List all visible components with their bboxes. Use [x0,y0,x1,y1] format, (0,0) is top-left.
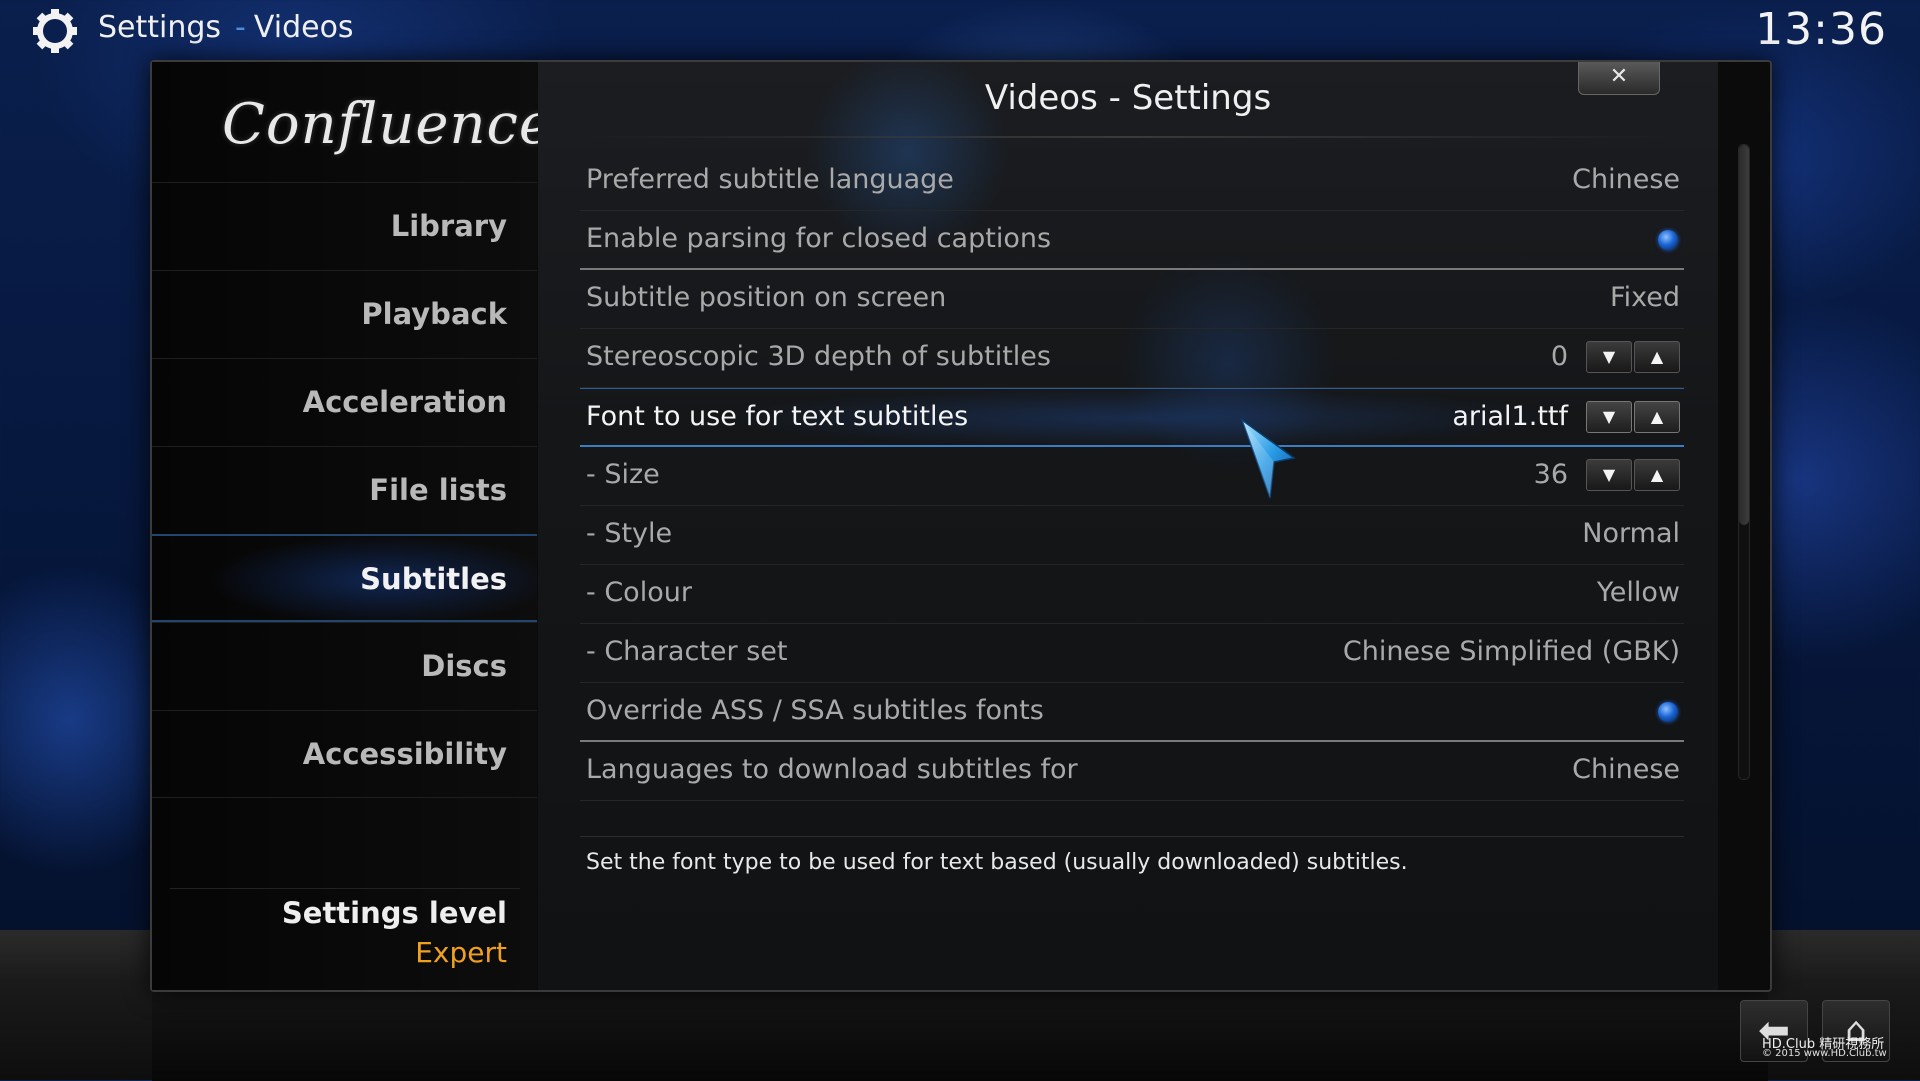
setting-subtitle-font[interactable]: Font to use for text subtitles arial1.tt… [580,388,1684,447]
setting-subtitle-position[interactable]: Subtitle position on screen Fixed [580,270,1684,329]
settings-content: Videos - Settings ✕ Preferred subtitle l… [538,62,1750,990]
setting-value: Fixed [1610,282,1680,313]
scrollbar[interactable] [1738,144,1750,780]
sidebar-item-playback[interactable]: Playback [152,270,537,358]
setting-value: Yellow [1596,577,1680,608]
sidebar-item-label: Accessibility [302,737,507,771]
setting-label: Override ASS / SSA subtitles fonts [586,695,1044,726]
setting-label: - Colour [586,577,692,608]
sidebar-item-label: Library [390,209,507,243]
value-spinner: ▼ ▲ [1584,459,1680,491]
setting-value: 0 [1550,341,1568,372]
breadcrumb-section: Settings [98,10,222,45]
setting-value: 36 [1533,459,1568,490]
breadcrumb-separator: - [235,10,246,45]
sidebar-divider [170,888,520,889]
sidebar-item-acceleration[interactable]: Acceleration [152,358,537,446]
sidebar-item-label: File lists [369,473,507,507]
setting-label: - Character set [586,636,788,667]
sidebar: Confluence Library Playback Acceleration… [152,62,554,990]
sidebar-item-label: Discs [421,649,507,683]
setting-preferred-subtitle-language[interactable]: Preferred subtitle language Chinese [580,152,1684,211]
page-title: Videos - Settings [984,78,1272,118]
setting-value: Chinese [1572,164,1680,195]
setting-label: - Size [586,459,660,490]
setting-description: Set the font type to be used for text ba… [586,850,1408,875]
setting-download-languages[interactable]: Languages to download subtitles for Chin… [580,742,1684,801]
sidebar-item-subtitles[interactable]: Subtitles [152,534,537,622]
setting-override-ass-fonts[interactable]: Override ASS / SSA subtitles fonts [580,683,1684,742]
mouse-cursor-icon [1240,418,1296,499]
close-button[interactable]: ✕ [1578,62,1660,95]
spinner-up-button[interactable]: ▲ [1634,459,1680,491]
setting-closed-captions[interactable]: Enable parsing for closed captions [580,211,1684,270]
sidebar-item-library[interactable]: Library [152,182,537,270]
setting-subtitle-style[interactable]: - Style Normal [580,506,1684,565]
sidebar-item-discs[interactable]: Discs [152,622,537,710]
radio-on-icon[interactable] [1658,702,1678,722]
setting-label: Font to use for text subtitles [586,401,969,432]
sidebar-item-accessibility[interactable]: Accessibility [152,710,537,798]
sidebar-item-label: Acceleration [302,385,507,419]
setting-subtitle-size[interactable]: - Size 36 ▼ ▲ [580,447,1684,506]
sidebar-item-label: Playback [361,297,507,331]
settings-level-button[interactable]: Settings level Expert [282,896,507,969]
sidebar-item-file-lists[interactable]: File lists [152,446,537,534]
setting-value: arial1.ttf [1452,401,1568,432]
setting-label: Preferred subtitle language [586,164,954,195]
radio-on-icon[interactable] [1658,230,1678,250]
settings-dialog: Confluence Library Playback Acceleration… [150,60,1772,992]
setting-label: - Style [586,518,673,549]
value-spinner: ▼ ▲ [1584,401,1680,433]
breadcrumb-page: Videos [253,10,354,45]
watermark-copyright: © 2015 www.HD.Club.tw [1762,1048,1887,1059]
setting-value: Normal [1582,518,1680,549]
value-spinner: ▼ ▲ [1584,341,1680,373]
setting-label: Enable parsing for closed captions [586,223,1052,254]
setting-label: Languages to download subtitles for [586,754,1078,785]
breadcrumb: Settings - Videos [98,10,354,45]
spinner-up-button[interactable]: ▲ [1634,341,1680,373]
spinner-down-button[interactable]: ▼ [1586,459,1632,491]
setting-subtitle-colour[interactable]: - Colour Yellow [580,565,1684,624]
setting-label: Subtitle position on screen [586,282,947,313]
settings-list: Preferred subtitle language Chinese Enab… [580,152,1684,801]
spinner-down-button[interactable]: ▼ [1586,341,1632,373]
bottom-panel [152,990,1768,1081]
setting-character-set[interactable]: - Character set Chinese Simplified (GBK) [580,624,1684,683]
sidebar-list: Library Playback Acceleration File lists… [152,182,537,798]
description-divider [580,836,1684,837]
clock: 13:36 [1755,4,1887,55]
spinner-down-button[interactable]: ▼ [1586,401,1632,433]
setting-value: Chinese [1572,754,1680,785]
title-divider [578,136,1678,138]
settings-level-label: Settings level [281,896,507,930]
top-bar: Settings - Videos 13:36 [0,0,1920,60]
settings-level-value: Expert [415,936,507,969]
spinner-up-button[interactable]: ▲ [1634,401,1680,433]
scrollbar-thumb[interactable] [1739,145,1749,525]
setting-value: Chinese Simplified (GBK) [1342,636,1680,667]
confluence-logo: Confluence [222,92,554,157]
setting-stereoscopic-depth[interactable]: Stereoscopic 3D depth of subtitles 0 ▼ ▲ [580,329,1684,388]
gear-icon [33,9,77,53]
sidebar-item-label: Subtitles [360,562,507,596]
setting-label: Stereoscopic 3D depth of subtitles [586,341,1051,372]
